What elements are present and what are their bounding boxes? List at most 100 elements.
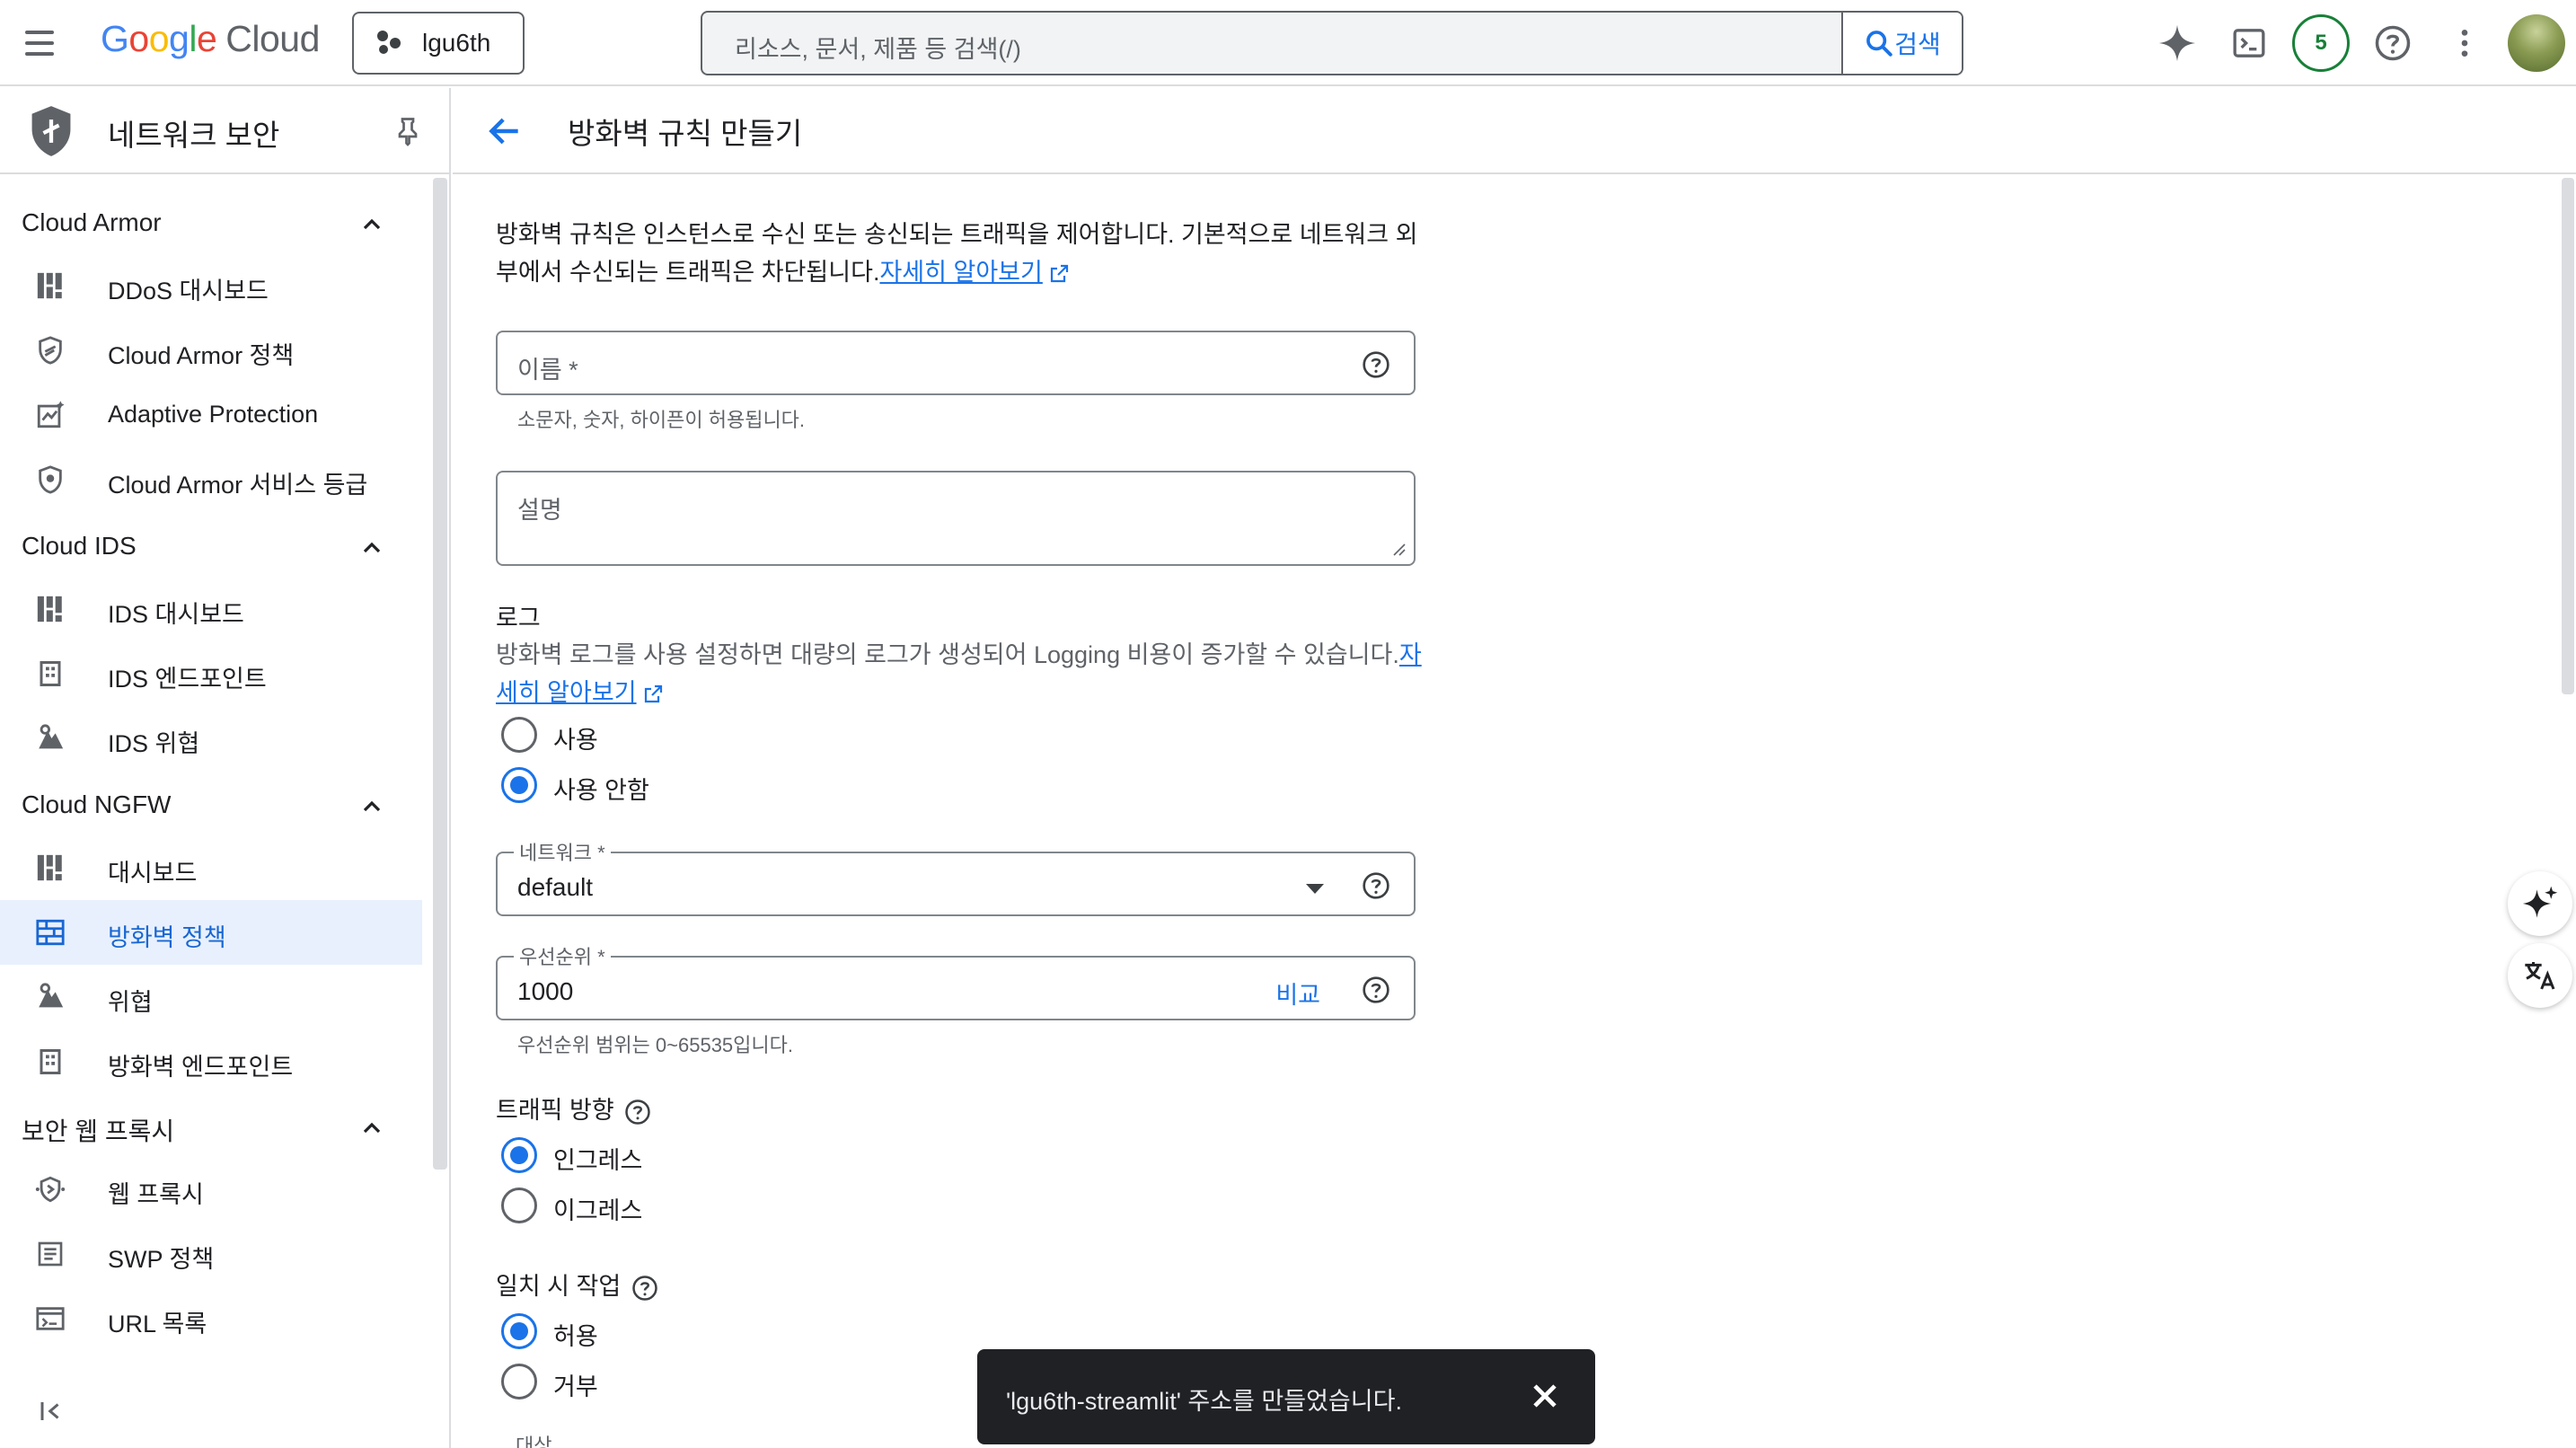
page-title: 방화벽 규칙 만들기 — [568, 117, 803, 150]
sidebar-header: 네트워크 보안 — [0, 88, 449, 174]
ai-assist-button[interactable] — [2508, 871, 2572, 936]
network-value: default — [517, 873, 594, 901]
endpoint-building-icon — [34, 1046, 66, 1078]
sidebar-item-ddos-dashboard[interactable]: DDoS 대시보드 — [0, 253, 422, 318]
logs-label: 로그 — [496, 605, 541, 631]
name-field[interactable]: 이름 * — [496, 331, 1416, 395]
top-bar: Google Cloud lgu6th 리소스, 문서, 제품 등 검색(/) 검… — [0, 0, 2576, 86]
sidebar-item-ngfw-dashboard[interactable]: 대시보드 — [0, 835, 422, 900]
dropdown-arrow-icon[interactable] — [1306, 884, 1324, 894]
close-icon[interactable] — [1525, 1376, 1565, 1416]
analytics-sparkle-icon — [34, 399, 66, 431]
shield-icon — [34, 464, 66, 496]
section-cloud-ngfw[interactable]: Cloud NGFW — [22, 790, 171, 819]
sidebar-item-ids-dashboard[interactable]: IDS 대시보드 — [0, 577, 422, 641]
search-button[interactable]: 검색 — [1841, 13, 1962, 74]
help-icon[interactable] — [1362, 350, 1390, 379]
google-cloud-logo[interactable]: Google Cloud — [101, 18, 320, 60]
main-scrollbar[interactable] — [2562, 178, 2574, 694]
sidebar-item-firewall-policies[interactable]: 방화벽 정책 — [0, 900, 422, 965]
dashboard-icon — [34, 593, 66, 625]
sidebar: 네트워크 보안 Cloud Armor DDoS 대시보드 Cloud Armo… — [0, 88, 451, 1448]
sidebar-item-url-lists[interactable]: URL 목록 — [0, 1286, 422, 1351]
sidebar-item-adaptive-protection[interactable]: Adaptive Protection — [0, 383, 422, 447]
network-security-shield-icon — [31, 106, 71, 156]
priority-label: 우선순위 * — [514, 941, 611, 970]
page-header: 방화벽 규칙 만들기 — [453, 88, 2576, 174]
resize-handle-icon[interactable] — [1390, 541, 1407, 557]
armor-shield-icon — [34, 334, 66, 366]
url-list-icon — [34, 1302, 66, 1335]
toast-message: 'lgu6th-streamlit' 주소를 만들었습니다. — [1006, 1388, 1402, 1415]
help-icon[interactable] — [1362, 871, 1390, 900]
main-menu-icon[interactable] — [20, 23, 59, 63]
sidebar-item-web-proxy[interactable]: 웹 프록시 — [0, 1157, 422, 1222]
web-proxy-icon — [34, 1173, 66, 1205]
search-bar[interactable]: 리소스, 문서, 제품 등 검색(/) 검색 — [701, 11, 1963, 75]
dashboard-icon — [34, 852, 66, 884]
endpoint-building-icon — [34, 658, 66, 690]
threat-icon — [34, 722, 66, 755]
translate-button[interactable] — [2508, 943, 2572, 1008]
learn-more-link[interactable]: 자세히 알아보기 — [879, 259, 1042, 286]
sidebar-title: 네트워크 보안 — [108, 119, 280, 152]
project-name: lgu6th — [422, 29, 491, 57]
sidebar-item-cloud-armor-tier[interactable]: Cloud Armor 서비스 등급 — [0, 447, 422, 512]
avatar[interactable] — [2508, 14, 2565, 72]
collapse-sidebar-icon[interactable] — [38, 1398, 65, 1431]
list-document-icon — [34, 1238, 66, 1270]
section-cloud-armor[interactable]: Cloud Armor — [22, 208, 162, 237]
sidebar-item-cloud-armor-policy[interactable]: Cloud Armor 정책 — [0, 318, 422, 383]
external-link-icon — [1050, 264, 1068, 282]
sidebar-item-swp-policies[interactable]: SWP 정책 — [0, 1222, 422, 1286]
name-input[interactable]: 이름 * — [517, 350, 578, 385]
chevron-up-icon[interactable] — [357, 534, 386, 562]
section-cloud-ids[interactable]: Cloud IDS — [22, 532, 137, 561]
allow-radio[interactable]: 허용 — [501, 1310, 860, 1355]
priority-compare-button[interactable]: 비교 — [1275, 976, 1320, 1011]
sidebar-item-ids-endpoints[interactable]: IDS 엔드포인트 — [0, 641, 422, 706]
cloud-shell-icon[interactable] — [2228, 22, 2271, 65]
help-icon[interactable] — [1362, 976, 1390, 1004]
sidebar-item-firewall-endpoints[interactable]: 방화벽 엔드포인트 — [0, 1029, 422, 1094]
gemini-sparkle-icon[interactable] — [2156, 22, 2199, 65]
help-icon[interactable] — [2371, 22, 2414, 65]
sidebar-scrollbar[interactable] — [433, 178, 447, 1170]
egress-radio[interactable]: 이그레스 — [501, 1184, 860, 1229]
dashboard-icon — [34, 269, 66, 302]
translate-icon — [2525, 962, 2555, 990]
targets-label: 대상 — [516, 1435, 552, 1448]
sidebar-item-threats[interactable]: 위협 — [0, 965, 422, 1029]
chevron-up-icon[interactable] — [357, 210, 386, 239]
description-input[interactable]: 설명 — [517, 490, 562, 525]
priority-field[interactable]: 우선순위 * 1000 비교 — [496, 941, 1416, 1020]
external-link-icon — [644, 684, 662, 702]
sidebar-item-ids-threats[interactable]: IDS 위협 — [0, 706, 422, 771]
snackbar-toast: 'lgu6th-streamlit' 주소를 만들었습니다. — [977, 1349, 1595, 1444]
network-label: 네트워크 * — [514, 837, 611, 866]
help-icon[interactable] — [624, 1099, 651, 1126]
back-arrow-icon[interactable] — [485, 111, 525, 151]
section-secure-web-proxy[interactable]: 보안 웹 프록시 — [22, 1112, 174, 1148]
chevron-up-icon[interactable] — [357, 1114, 386, 1143]
logs-on-radio[interactable]: 사용 — [501, 713, 860, 758]
more-options-icon[interactable] — [2443, 22, 2486, 65]
help-icon[interactable] — [631, 1275, 658, 1302]
notifications-badge[interactable]: 5 — [2292, 14, 2350, 72]
logs-description: 방화벽 로그를 사용 설정하면 대량의 로그가 생성되어 Logging 비용이… — [496, 641, 1422, 706]
network-select[interactable]: 네트워크 * default — [496, 837, 1416, 916]
search-icon — [1866, 31, 1892, 57]
ingress-radio[interactable]: 인그레스 — [501, 1134, 860, 1179]
chevron-up-icon[interactable] — [357, 792, 386, 821]
deny-radio[interactable]: 거부 — [501, 1360, 860, 1405]
priority-input[interactable]: 1000 — [517, 977, 573, 1006]
priority-hint: 우선순위 범위는 0~65535입니다. — [517, 1034, 793, 1056]
logs-off-radio[interactable]: 사용 안함 — [501, 764, 860, 808]
description-field[interactable]: 설명 — [496, 471, 1416, 566]
action-on-match-label: 일치 시 작업 — [496, 1267, 658, 1302]
page-description: 방화벽 규칙은 인스턴스로 수신 또는 송신되는 트래픽을 제어합니다. 기본적… — [496, 221, 1418, 286]
name-hint: 소문자, 숫자, 하이픈이 허용됩니다. — [517, 409, 806, 431]
search-input[interactable]: 리소스, 문서, 제품 등 검색(/) — [735, 30, 1021, 65]
pin-icon[interactable] — [392, 115, 424, 147]
project-selector-button[interactable]: lgu6th — [352, 12, 525, 75]
